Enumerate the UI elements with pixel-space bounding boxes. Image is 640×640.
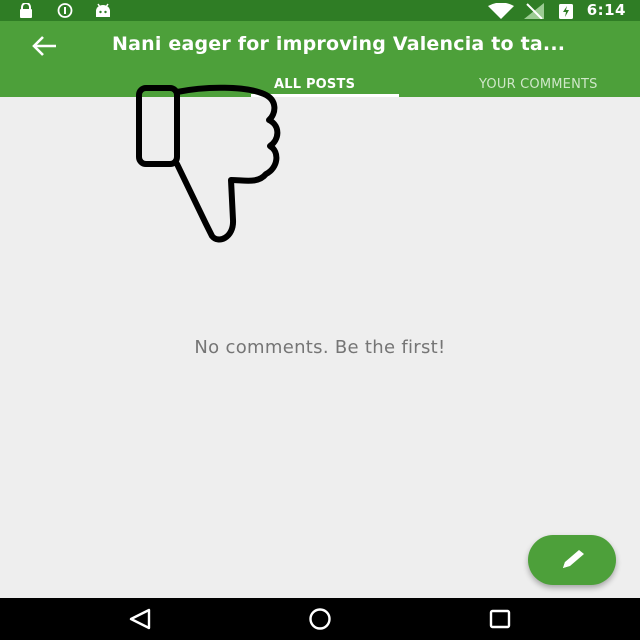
app-bar: Nani eager for improving Valencia to ta.… [0, 21, 640, 97]
compose-fab[interactable] [528, 535, 616, 585]
status-bar: 6:14 [0, 0, 640, 21]
recents-square-icon[interactable] [485, 607, 515, 631]
battery-charging-icon [559, 4, 573, 19]
info-icon [57, 3, 73, 18]
page-title: Nani eager for improving Valencia to ta.… [112, 33, 566, 55]
navigation-bar [0, 598, 640, 640]
back-triangle-icon[interactable] [125, 607, 155, 631]
home-circle-icon[interactable] [305, 607, 335, 631]
tab-all-posts[interactable]: ALL POSTS [274, 77, 355, 92]
arrow-left-icon[interactable] [26, 31, 62, 61]
android-icon [96, 3, 110, 17]
wifi-icon [488, 3, 514, 19]
signal-icon [524, 3, 544, 19]
thumbs-down-icon [136, 84, 281, 243]
tab-your-comments[interactable]: YOUR COMMENTS [479, 77, 598, 92]
status-time: 6:14 [586, 1, 626, 19]
pencil-icon [563, 550, 584, 568]
lock-icon [20, 3, 32, 18]
empty-state-message: No comments. Be the first! [194, 337, 446, 358]
